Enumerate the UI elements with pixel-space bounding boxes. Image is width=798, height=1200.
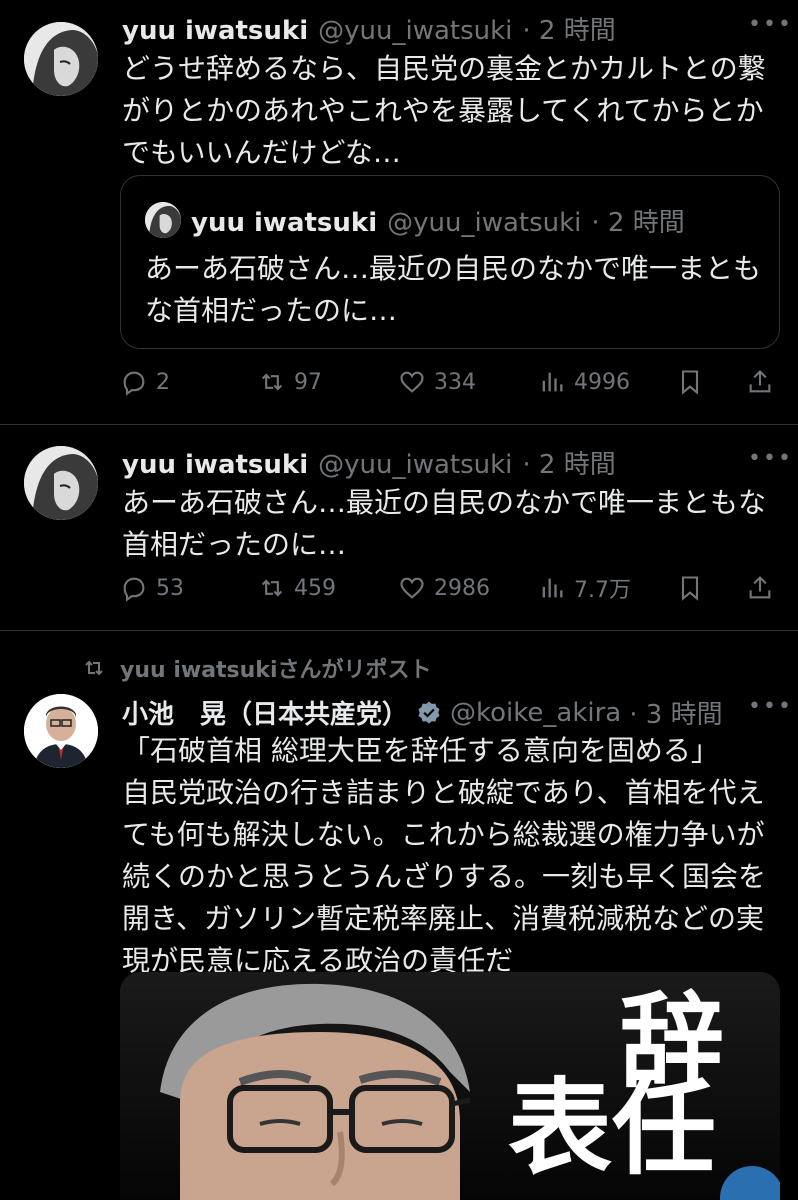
like-count: 2986 [434, 575, 490, 601]
tweet-text-line: 「石破首相 総理大臣を辞任する意向を固める」 [122, 734, 719, 767]
author-handle[interactable]: @yuu_iwatsuki [318, 450, 512, 480]
tweet-text-line: がりとかのあれやこれやを暴露してくれてからとか [122, 94, 764, 127]
tweet-time[interactable]: · 3 時間 [629, 694, 722, 731]
more-options-icon[interactable]: ••• [748, 12, 793, 37]
verified-badge-icon [418, 701, 440, 724]
views-icon [542, 578, 563, 598]
avatar[interactable] [24, 694, 98, 768]
tweet-text-line: でもいいんだけどな… [122, 136, 401, 169]
more-options-icon[interactable]: ••• [748, 694, 793, 719]
quoted-tweet-text: あーあ石破さん…最近の自民のなかで唯一まとも な首相だったのに… [145, 248, 761, 332]
share-icon [749, 576, 771, 599]
image-caption-text: 表任 [508, 1066, 717, 1189]
divider [0, 424, 798, 425]
bookmark-icon [681, 370, 699, 395]
repost-icon [261, 579, 283, 597]
quoted-text-line: な首相だったのに… [145, 294, 398, 327]
repost-icon [85, 660, 103, 676]
author-name[interactable]: yuu iwatsuki [122, 16, 308, 46]
views-icon [542, 372, 563, 392]
reply-count: 2 [156, 369, 170, 395]
tweet-text-line: 首相だったのに… [122, 528, 347, 561]
bookmark-icon [681, 576, 699, 601]
like-count: 334 [434, 369, 476, 395]
author-handle[interactable]: @koike_akira [450, 698, 621, 728]
tweet-text: どうせ辞めるなら、自民党の裏金とかカルトとの繋 がりとかのあれやこれやを暴露して… [122, 48, 766, 174]
views-button[interactable]: 7.7万 [538, 572, 631, 604]
repost-count: 459 [294, 575, 336, 601]
heart-icon [400, 371, 424, 393]
bookmark-button[interactable] [676, 368, 704, 396]
reply-count: 53 [156, 575, 184, 601]
tweet-text: 「石破首相 総理大臣を辞任する意向を固める」 自民党政治の行き詰まりと破綻であり… [122, 730, 766, 982]
bookmark-button[interactable] [676, 574, 704, 602]
share-button[interactable] [746, 368, 774, 396]
repost-label[interactable]: yuu iwatsukiさんがリポスト [120, 652, 431, 684]
author-name[interactable]: yuu iwatsuki [122, 450, 308, 480]
reply-button[interactable]: 2 [120, 368, 170, 396]
quoted-author-handle: @yuu_iwatsuki [387, 208, 582, 238]
repost-count: 97 [294, 369, 322, 395]
reply-icon [123, 577, 145, 602]
repost-button[interactable]: 459 [258, 574, 336, 602]
views-count: 4996 [574, 369, 630, 395]
views-button[interactable]: 4996 [538, 368, 630, 396]
tweet-time[interactable]: · 2 時間 [522, 10, 615, 47]
tweet-actions: 53 459 2986 7.7万 [120, 572, 780, 604]
like-button[interactable]: 334 [398, 368, 476, 396]
quoted-tweet-time: · 2 時間 [591, 208, 685, 238]
repost-icon [261, 373, 283, 391]
repost-button[interactable]: 97 [258, 368, 322, 396]
tweet-text-line: どうせ辞めるなら、自民党の裏金とかカルトとの繋 [122, 52, 766, 85]
divider [0, 630, 798, 631]
repost-indicator: yuu iwatsukiさんがリポスト [82, 652, 431, 684]
tweet-time[interactable]: · 2 時間 [522, 444, 615, 481]
avatar[interactable] [24, 446, 98, 520]
tweet-text-line: ても何も解決しない。これから総裁選の権力争いが [122, 818, 765, 851]
tweet-text-line: 自民党政治の行き詰まりと破綻であり、首相を代え [122, 776, 765, 809]
quoted-text-line: あーあ石破さん…最近の自民のなかで唯一まとも [145, 252, 762, 285]
views-count: 7.7万 [574, 578, 631, 603]
quoted-author-name: yuu iwatsuki [191, 208, 378, 238]
more-options-icon[interactable]: ••• [748, 446, 793, 471]
share-button[interactable] [746, 574, 774, 602]
share-icon [749, 370, 771, 393]
quoted-tweet[interactable]: yuu iwatsuki @yuu_iwatsuki · 2 時間 あーあ石破さ… [120, 175, 780, 349]
tweet-text-line: あーあ石破さん…最近の自民のなかで唯一まともな [122, 486, 767, 519]
reply-icon [123, 371, 145, 396]
tweet-actions: 2 97 334 4996 [120, 366, 780, 398]
tweet-text-line: 続くのかと思うとうんざりする。一刻も早く国会を [122, 860, 767, 893]
tweet-text-line: 開き、ガソリン暫定税率廃止、消費税減税などの実 [122, 902, 765, 935]
author-name[interactable]: 小池 晃（日本共産党） [122, 694, 408, 731]
like-button[interactable]: 2986 [398, 574, 490, 602]
avatar[interactable] [24, 22, 98, 96]
tweet-media-image[interactable]: 辞 表任 [120, 972, 780, 1200]
reply-button[interactable]: 53 [120, 574, 184, 602]
author-handle[interactable]: @yuu_iwatsuki [318, 16, 512, 46]
heart-icon [400, 577, 424, 599]
tweet-text: あーあ石破さん…最近の自民のなかで唯一まともな 首相だったのに… [122, 482, 766, 566]
quoted-avatar [145, 202, 181, 238]
